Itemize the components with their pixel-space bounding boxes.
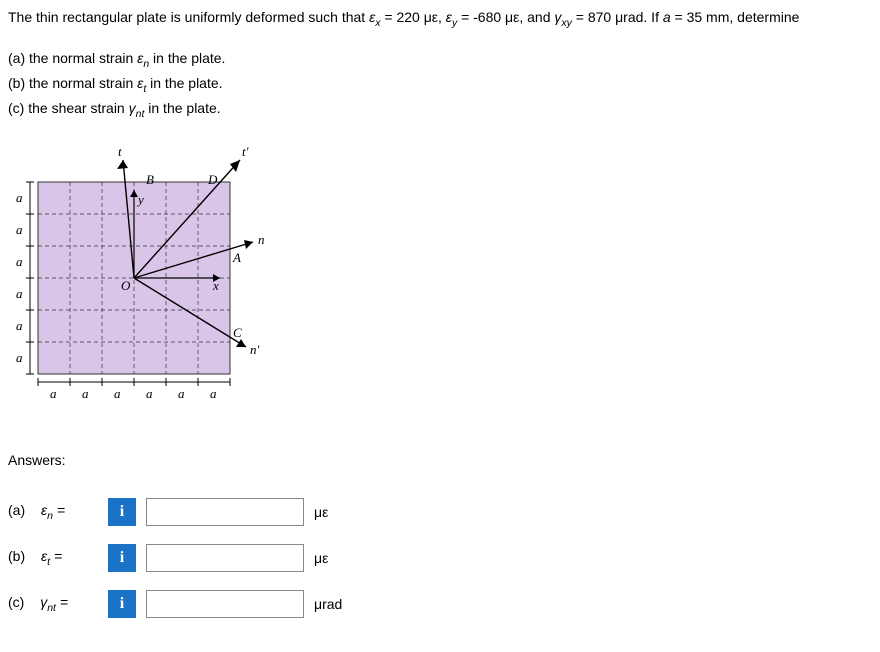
axis-tprime-label: t' <box>242 144 249 159</box>
parts-list: (a) the normal strain εn in the plate. (… <box>8 48 872 122</box>
plate-diagram: t t' n n' x y B D A C O a a a a a a a a … <box>8 142 288 422</box>
svg-text:a: a <box>178 386 185 401</box>
svg-text:a: a <box>16 190 23 205</box>
svg-text:a: a <box>16 254 23 269</box>
part-c-pre: (c) the shear strain <box>8 100 129 116</box>
answer-a-input[interactable] <box>146 498 304 526</box>
axis-t-label: t <box>118 144 122 159</box>
answer-b-input[interactable] <box>146 544 304 572</box>
info-button-b[interactable]: i <box>108 544 136 572</box>
info-button-c[interactable]: i <box>108 590 136 618</box>
svg-text:a: a <box>16 350 23 365</box>
part-a: (a) the normal strain εn in the plate. <box>8 48 872 73</box>
info-button-a[interactable]: i <box>108 498 136 526</box>
svg-text:a: a <box>210 386 217 401</box>
answers-header: Answers: <box>8 452 872 468</box>
axis-nprime-label: n' <box>250 342 260 357</box>
part-a-pre: (a) the normal strain <box>8 50 137 66</box>
part-a-post: in the plate. <box>149 50 225 66</box>
point-C-label: C <box>233 325 242 340</box>
problem-statement: The thin rectangular plate is uniformly … <box>8 8 872 30</box>
part-c-post: in the plate. <box>144 100 220 116</box>
ey-val: = -680 με, and <box>457 9 554 25</box>
axis-x-label: x <box>212 278 219 293</box>
part-b: (b) the normal strain εt in the plate. <box>8 73 872 98</box>
point-D-label: D <box>207 172 218 187</box>
part-b-post: in the plate. <box>146 75 222 91</box>
svg-text:a: a <box>16 318 23 333</box>
a-val: = 35 mm, determine <box>671 9 800 25</box>
svg-text:a: a <box>16 286 23 301</box>
problem-pre: The thin rectangular plate is uniformly … <box>8 9 369 25</box>
part-c: (c) the shear strain γnt in the plate. <box>8 98 872 123</box>
a-var: a <box>663 9 671 25</box>
answer-row-b: (b) εt = i με <box>8 544 872 572</box>
answer-b-prefix: (b) <box>8 548 25 564</box>
answer-row-c: (c) γnt = i μrad <box>8 590 872 618</box>
answer-b-unit: με <box>314 550 364 566</box>
point-A-label: A <box>232 250 241 265</box>
svg-text:a: a <box>16 222 23 237</box>
answer-a-eq: = <box>53 502 65 518</box>
gxy-sub: xy <box>561 17 572 29</box>
answer-c-eq: = <box>56 594 68 610</box>
part-c-sym: γ <box>129 100 136 116</box>
point-B-label: B <box>146 172 154 187</box>
svg-text:a: a <box>82 386 89 401</box>
answer-a-prefix: (a) <box>8 502 25 518</box>
answer-row-a: (a) εn = i με <box>8 498 872 526</box>
axis-y-label: y <box>136 192 144 207</box>
answer-c-prefix: (c) <box>8 594 24 610</box>
svg-text:a: a <box>114 386 121 401</box>
answer-c-input[interactable] <box>146 590 304 618</box>
svg-text:a: a <box>50 386 57 401</box>
svg-text:a: a <box>146 386 153 401</box>
ex-val: = 220 με, <box>380 9 445 25</box>
answer-c-sub: nt <box>47 602 56 614</box>
answer-a-unit: με <box>314 504 364 520</box>
part-b-pre: (b) the normal strain <box>8 75 137 91</box>
answer-c-unit: μrad <box>314 596 364 612</box>
gxy-val: = 870 μrad. If <box>572 9 663 25</box>
answer-b-eq: = <box>50 548 62 564</box>
axis-n-label: n <box>258 232 265 247</box>
point-O-label: O <box>121 278 131 293</box>
